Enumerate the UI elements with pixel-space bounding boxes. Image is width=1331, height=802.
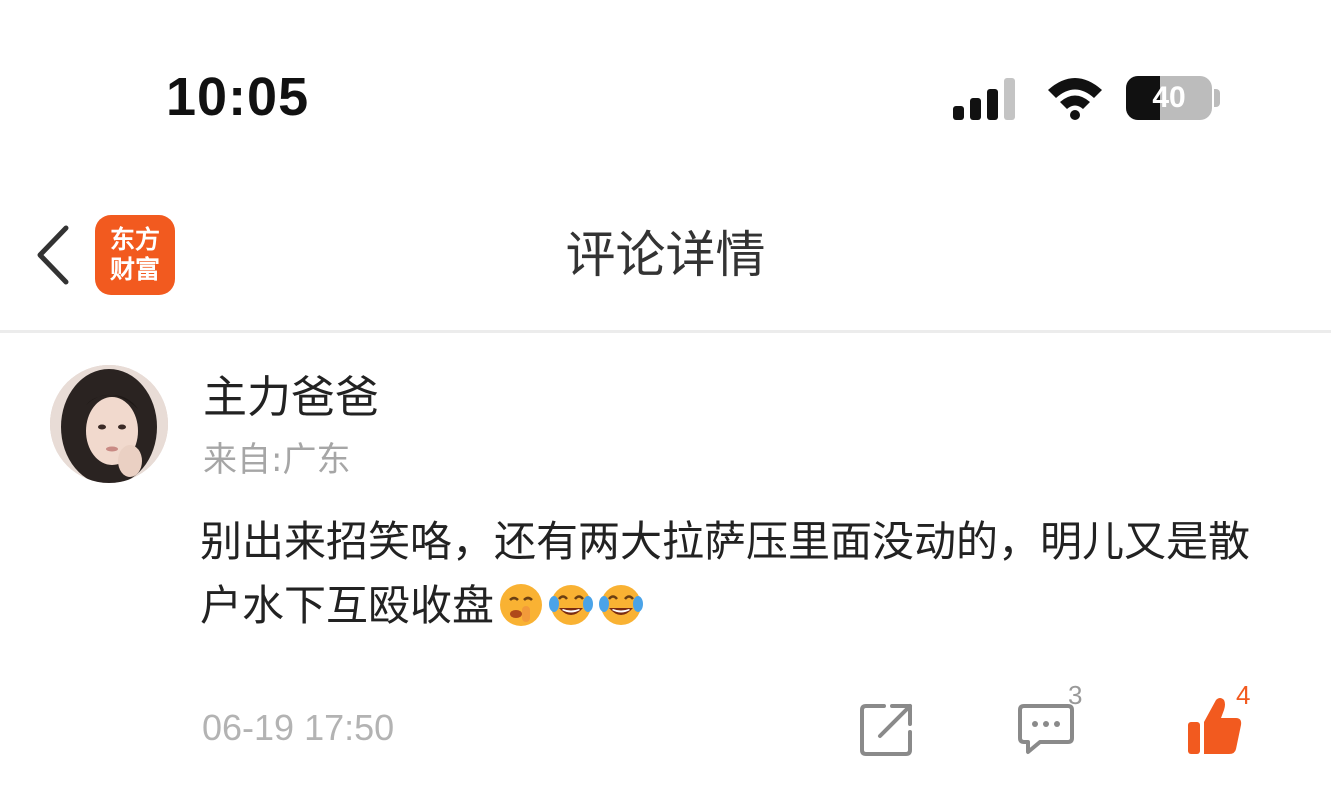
wifi-icon [1048,78,1102,120]
tears-of-joy-emoji [549,585,594,625]
comment-location: 来自:广东 [203,440,351,480]
battery-icon: 40 [1126,76,1212,120]
avatar[interactable] [50,365,168,483]
comment-text: 别出来招笑咯，还有两大拉萨压里面没动的，明儿又是散户水下互殴收盘 [200,517,1251,630]
tears-of-joy-emoji [599,585,644,625]
battery-nub [1214,89,1220,107]
shushing-face-emoji [500,584,543,626]
page-title: 评论详情 [565,226,766,284]
share-button[interactable] [858,700,916,758]
comment-count: 3 [1068,680,1083,710]
nav-bar: 东方 财富 评论详情 [0,190,1331,330]
nav-divider [0,330,1331,333]
avatar-image [50,365,168,483]
cellular-signal-icon [953,78,1015,120]
share-icon [860,704,912,756]
comment-icon [1018,704,1074,754]
comment-button[interactable] [1016,700,1076,758]
like-count: 4 [1236,680,1251,710]
comment-username[interactable]: 主力爸爸 [203,370,379,426]
battery-level: 40 [1152,81,1186,114]
status-bar: 10:05 40 [0,0,1331,170]
status-time: 10:05 [166,67,310,127]
comment-timestamp: 06-19 17:50 [202,707,395,748]
comment-content: 别出来招笑咯，还有两大拉萨压里面没动的，明儿又是散户水下互殴收盘 [200,510,1270,638]
